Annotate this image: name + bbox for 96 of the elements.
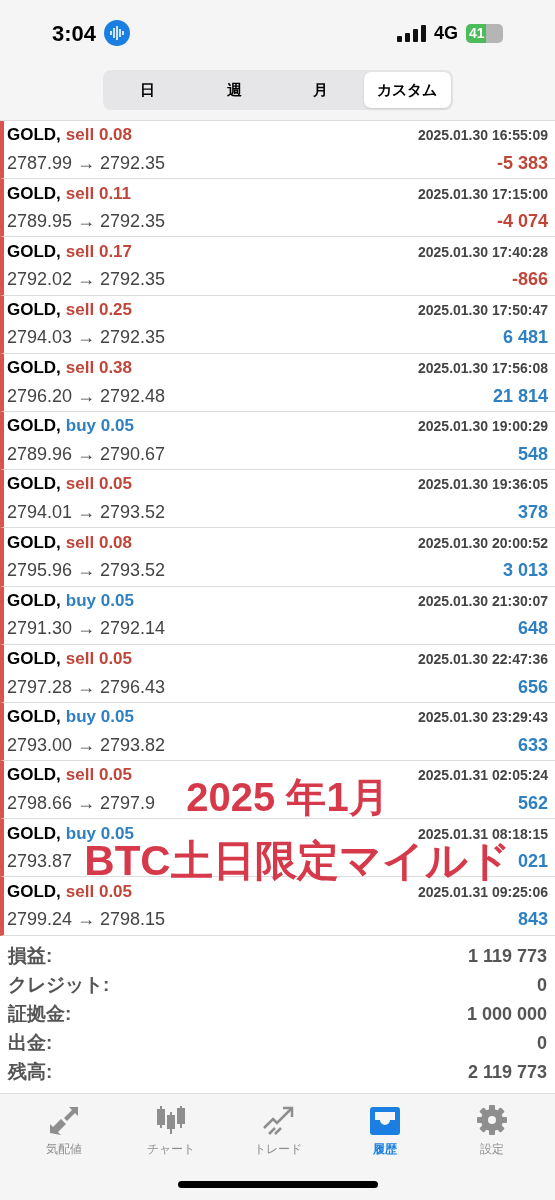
summary-label: 証拠金: [8,1001,72,1026]
profit-value: 378 [517,500,548,524]
trade-time: 2025.01.30 17:15:00 [418,184,548,204]
profit-value: 633 [517,733,548,757]
order-label: buy 0.05 [65,589,134,612]
period-tab[interactable]: カスタム [364,72,451,108]
symbol-label: GOLD, [7,589,61,612]
order-label: buy 0.05 [65,822,134,845]
network-label: 4G [434,21,458,45]
price-range: 2793.00 → 2793.82 [7,733,166,757]
price-range: 2795.96 → 2793.52 [7,559,166,583]
summary-label: 出金: [8,1030,53,1055]
period-tab[interactable]: 日 [104,72,191,108]
symbol-label: GOLD, [7,822,61,845]
symbol-label: GOLD, [7,240,61,263]
order-label: sell 0.38 [65,357,132,380]
order-label: sell 0.11 [65,182,132,205]
summary-value: 1 000 000 [466,1002,547,1026]
order-label: sell 0.08 [65,124,132,147]
price-range: 2791.30 → 2792.14 [7,617,166,641]
trade-time: 2025.01.30 19:36:05 [418,475,548,495]
symbol-label: GOLD, [7,357,61,380]
price-range: 2789.95 → 2792.35 [7,210,166,234]
period-tab[interactable]: 週 [191,72,278,108]
summary-label: 残高: [8,1059,53,1084]
trade-time: 2025.01.31 02:05:24 [418,766,548,786]
order-label: sell 0.05 [65,473,132,496]
price-range: 2789.96 → 2790.67 [7,442,166,466]
order-label: sell 0.25 [65,298,132,321]
order-label: sell 0.05 [65,880,132,903]
order-label: buy 0.05 [65,415,134,438]
profit-value: -4 074 [496,210,548,234]
trade-time: 2025.01.30 17:56:08 [418,359,548,379]
symbol-label: GOLD, [7,473,61,496]
trade-time: 2025.01.31 08:18:15 [418,824,548,843]
tab-bar-item[interactable]: チャート [117,1103,224,1158]
symbol-label: GOLD, [7,298,61,321]
clock-time: 3:04 [52,19,97,48]
price-range: 2787.99 → 2792.35 [7,151,166,175]
profit-value: -5 383 [496,151,548,175]
symbol-label: GOLD, [7,880,61,903]
price-range: 2794.01 → 2793.52 [7,500,166,524]
trade-time: 2025.01.31 09:25:06 [418,882,548,902]
order-label: buy 0.05 [65,706,134,729]
symbol-label: GOLD, [7,415,61,438]
price-range: 2798.66 → 2797.9 [7,791,156,815]
summary-label: 損益: [8,943,53,968]
symbol-label: GOLD, [7,764,61,787]
trade-time: 2025.01.30 21:30:07 [418,591,548,611]
symbol-label: GOLD, [7,124,61,147]
symbol-label: GOLD, [7,648,61,671]
price-range: 2792.02 → 2792.35 [7,268,166,292]
trade-time: 2025.01.30 19:00:29 [418,417,548,437]
tab-bar-item[interactable]: 設定 [438,1103,545,1158]
summary-value: 0 [537,1031,547,1055]
tab-bar-item[interactable]: トレード [224,1103,331,1158]
order-label: sell 0.17 [65,240,132,263]
trade-time: 2025.01.30 16:55:09 [418,126,548,146]
period-tab[interactable]: 月 [277,72,364,108]
summary-value: 1 119 773 [467,944,547,968]
price-range: 2794.03 → 2792.35 [7,326,166,350]
profit-value: 21 814 [492,384,548,408]
signal-icon [397,24,426,42]
profit-value: -866 [511,268,548,292]
price-range: 2793.87 [7,850,73,874]
trade-time: 2025.01.30 23:29:43 [418,708,548,728]
summary-label: クレジット: [8,972,110,997]
summary-value: 0 [537,973,547,997]
summary-value: 2 119 773 [467,1060,547,1084]
profit-value: 6 481 [502,326,548,350]
trade-time: 2025.01.30 17:50:47 [418,300,548,320]
order-label: sell 0.05 [65,648,132,671]
battery-indicator: 41 [466,23,503,43]
order-label: sell 0.08 [65,531,132,554]
symbol-label: GOLD, [7,531,61,554]
profit-value: 548 [517,442,548,466]
profit-value: 562 [517,791,548,815]
trade-time: 2025.01.30 22:47:36 [418,650,548,670]
profit-value: 021 [517,850,548,874]
profit-value: 3 013 [502,559,548,583]
price-range: 2799.24 → 2798.15 [7,908,166,932]
settings-icon [474,1103,509,1136]
overlay-caption: 2025 年1月 [186,777,389,817]
trade-time: 2025.01.30 17:40:28 [418,242,548,262]
profit-value: 648 [517,617,548,641]
profit-value: 656 [517,675,548,699]
symbol-label: GOLD, [7,182,61,205]
trade-time: 2025.01.30 20:00:52 [418,533,548,553]
order-label: sell 0.05 [65,764,132,787]
sound-wave-icon [104,20,131,46]
price-range: 2796.20 → 2792.48 [7,384,166,408]
profit-value: 843 [517,908,548,932]
tab-bar-item[interactable]: 履歴 [331,1103,438,1158]
price-range: 2797.28 → 2796.43 [7,675,166,699]
tab-bar-item[interactable]: 気配値 [10,1103,117,1158]
symbol-label: GOLD, [7,706,61,729]
